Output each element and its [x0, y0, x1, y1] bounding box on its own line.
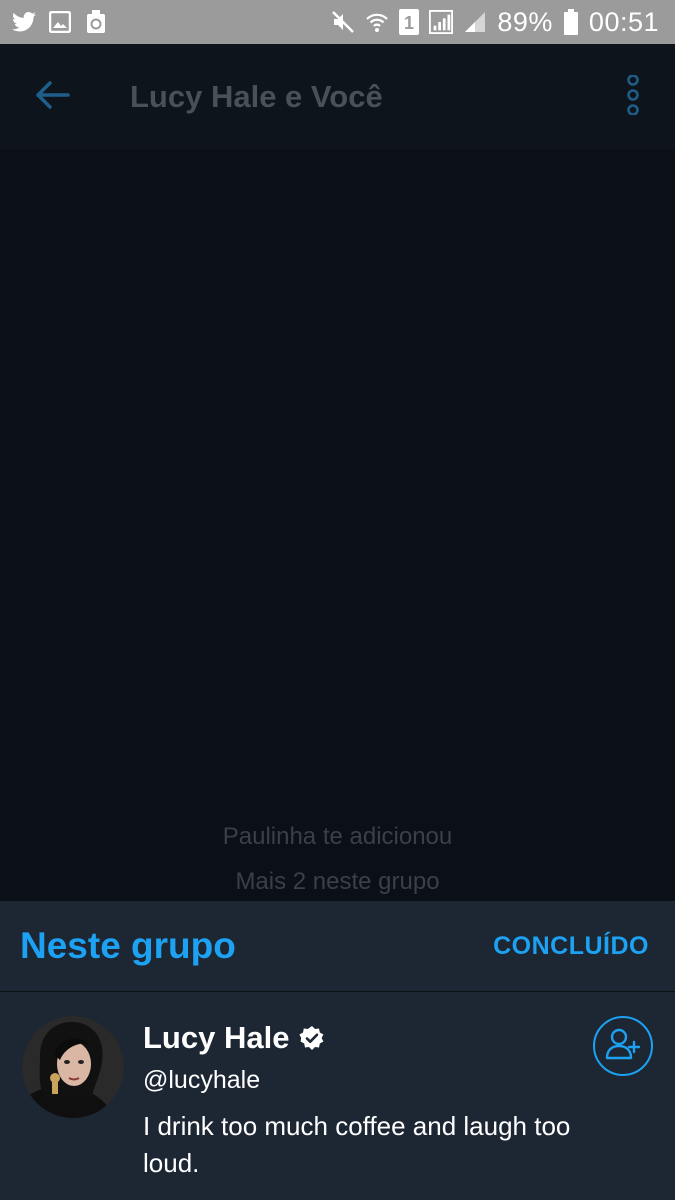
clock: 00:51: [588, 6, 659, 37]
sim-icon: 1: [399, 9, 420, 35]
status-bar: 1 89% 00:51: [0, 0, 675, 44]
member-name: Lucy Hale: [143, 1020, 290, 1055]
mute-icon: [331, 10, 355, 34]
back-button[interactable]: [22, 67, 82, 127]
arrow-left-icon: [34, 80, 70, 115]
member-row[interactable]: Lucy Hale @lucyhale I drink too much cof…: [0, 992, 675, 1200]
conversation-title: Lucy Hale e Você: [130, 79, 383, 114]
more-options-button[interactable]: [613, 67, 653, 127]
notification-icons: [0, 10, 108, 34]
member-name-wrap: Lucy Hale: [143, 1020, 325, 1056]
sheet-header: Neste grupo CONCLUÍDO: [0, 901, 675, 992]
conversation-area: Paulinha te adicionou Mais 2 neste grupo: [0, 150, 675, 901]
sim-slot-label: 1: [404, 13, 414, 33]
battery-percent: 89%: [497, 6, 553, 37]
gallery-icon: [48, 10, 72, 34]
twitter-icon: [12, 10, 36, 34]
member-bio: I drink too much coffee and laugh too lo…: [143, 1111, 571, 1178]
wifi-icon: [365, 10, 389, 34]
system-icons: 1 89% 00:51: [331, 7, 675, 38]
recycle-icon: [84, 10, 108, 34]
verified-badge-icon: [299, 1025, 325, 1051]
done-button[interactable]: CONCLUÍDO: [493, 932, 649, 961]
avatar[interactable]: [22, 1016, 124, 1118]
system-message: Mais 2 neste grupo: [235, 868, 440, 895]
battery-icon: [563, 9, 579, 35]
signal-2-icon: [463, 10, 487, 34]
group-members-sheet: Neste grupo CONCLUÍDO Lucy Hale @lucyhal…: [0, 901, 675, 1200]
sheet-title: Neste grupo: [20, 925, 236, 966]
more-vertical-icon: [625, 73, 641, 120]
system-message: Paulinha te adicionou: [222, 823, 453, 850]
follow-button[interactable]: [593, 1016, 653, 1076]
signal-icon: [429, 10, 454, 34]
member-handle: @lucyhale: [143, 1066, 261, 1094]
add-user-icon: [605, 1027, 641, 1066]
app-bar: Lucy Hale e Você: [0, 44, 675, 150]
